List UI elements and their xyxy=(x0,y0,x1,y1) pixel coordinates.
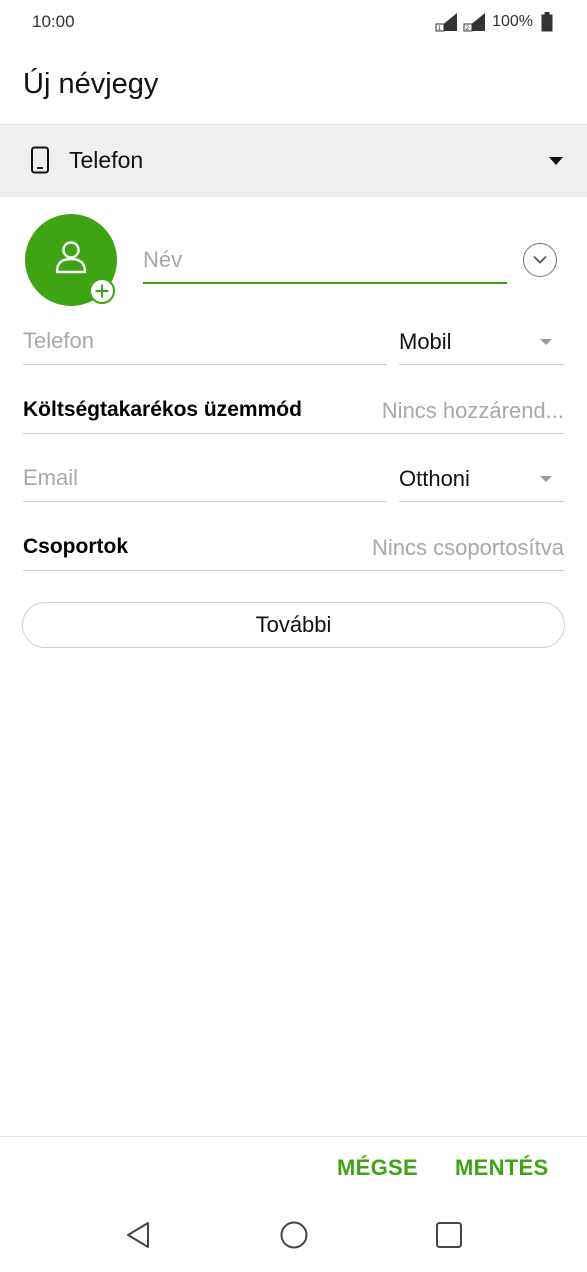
phone-type-value: Mobil xyxy=(399,329,452,354)
email-type-value: Otthoni xyxy=(399,466,470,491)
status-icons: 1 2 100% xyxy=(433,11,553,33)
account-label: Telefon xyxy=(69,147,144,173)
svg-text:2: 2 xyxy=(466,25,470,32)
add-photo-icon[interactable] xyxy=(89,278,115,304)
battery-percent: 100% xyxy=(492,13,533,30)
status-time: 10:00 xyxy=(32,12,75,31)
status-bar: 10:00 1 2 100% xyxy=(0,0,587,44)
account-selector[interactable]: Telefon xyxy=(0,124,587,197)
email-field[interactable] xyxy=(23,457,387,502)
svg-text:1: 1 xyxy=(438,25,442,32)
save-button[interactable]: MENTÉS xyxy=(455,1155,548,1181)
battery-icon xyxy=(541,12,553,32)
name-input[interactable] xyxy=(143,240,507,280)
dropdown-arrow-icon xyxy=(540,339,552,345)
expand-name-button[interactable] xyxy=(523,243,557,277)
groups-label: Csoportok xyxy=(23,535,128,558)
signal-1-icon: 1 xyxy=(435,13,458,32)
cost-saver-row[interactable]: Költségtakarékos üzemmód Nincs hozzárend… xyxy=(23,389,564,434)
signal-2-icon: 2 xyxy=(463,13,486,32)
expand-icon xyxy=(533,255,547,264)
email-input[interactable] xyxy=(23,457,387,499)
cancel-button[interactable]: MÉGSE xyxy=(337,1155,418,1181)
cost-saver-value: Nincs hozzárend... xyxy=(381,398,564,423)
phone-icon xyxy=(31,146,49,174)
phone-input[interactable] xyxy=(23,320,387,362)
home-nav-icon[interactable] xyxy=(279,1220,309,1250)
contact-photo-button[interactable] xyxy=(25,214,117,306)
more-fields-button[interactable]: További xyxy=(22,602,565,648)
groups-value: Nincs csoportosítva xyxy=(372,535,564,560)
person-icon xyxy=(55,241,87,274)
email-type-select[interactable]: Otthoni xyxy=(399,457,564,502)
page-title: Új névjegy xyxy=(23,68,159,100)
navigation-bar xyxy=(0,1200,587,1272)
dropdown-arrow-icon xyxy=(540,476,552,482)
phone-field[interactable] xyxy=(23,320,387,365)
groups-row[interactable]: Csoportok Nincs csoportosítva xyxy=(23,526,564,571)
back-nav-icon[interactable] xyxy=(124,1220,152,1250)
recents-nav-icon[interactable] xyxy=(435,1220,463,1250)
phone-type-select[interactable]: Mobil xyxy=(399,320,564,365)
divider xyxy=(0,1136,587,1137)
name-field[interactable] xyxy=(143,240,507,284)
cost-saver-label: Költségtakarékos üzemmód xyxy=(23,398,302,421)
dropdown-caret-icon xyxy=(549,157,563,165)
